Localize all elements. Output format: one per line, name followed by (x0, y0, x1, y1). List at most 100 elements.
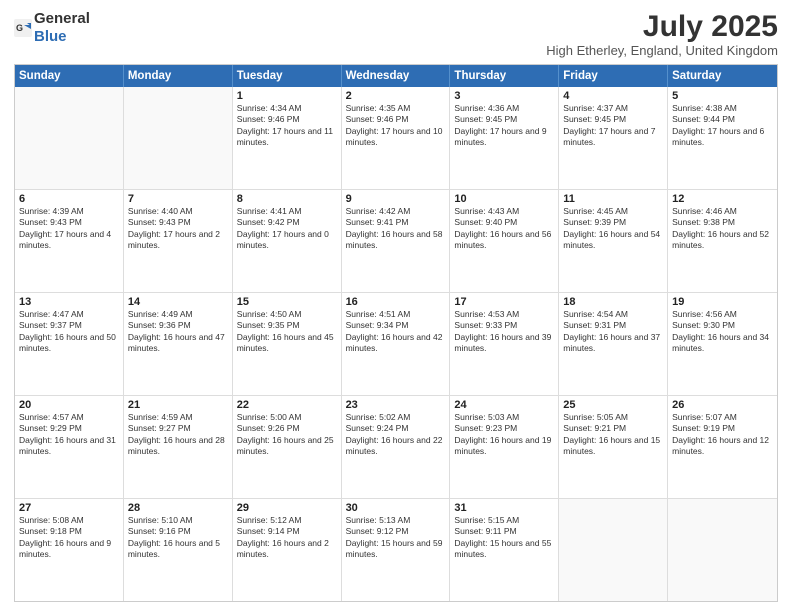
cal-cell-25: 25Sunrise: 5:05 AM Sunset: 9:21 PM Dayli… (559, 396, 668, 498)
day-number: 28 (128, 502, 228, 514)
cell-text: Sunrise: 4:51 AM Sunset: 9:34 PM Dayligh… (346, 309, 446, 355)
cell-text: Sunrise: 5:05 AM Sunset: 9:21 PM Dayligh… (563, 412, 663, 458)
cal-cell-12: 12Sunrise: 4:46 AM Sunset: 9:38 PM Dayli… (668, 190, 777, 292)
cal-cell-1: 1Sunrise: 4:34 AM Sunset: 9:46 PM Daylig… (233, 87, 342, 189)
day-number: 20 (19, 399, 119, 411)
page: G General Blue July 2025 High Etherley, … (0, 0, 792, 612)
cell-text: Sunrise: 4:46 AM Sunset: 9:38 PM Dayligh… (672, 206, 773, 252)
cell-text: Sunrise: 4:56 AM Sunset: 9:30 PM Dayligh… (672, 309, 773, 355)
day-number: 7 (128, 193, 228, 205)
cell-text: Sunrise: 4:50 AM Sunset: 9:35 PM Dayligh… (237, 309, 337, 355)
cell-text: Sunrise: 5:03 AM Sunset: 9:23 PM Dayligh… (454, 412, 554, 458)
day-number: 14 (128, 296, 228, 308)
calendar-row-1: 6Sunrise: 4:39 AM Sunset: 9:43 PM Daylig… (15, 190, 777, 293)
day-number: 29 (237, 502, 337, 514)
cal-cell-7: 7Sunrise: 4:40 AM Sunset: 9:43 PM Daylig… (124, 190, 233, 292)
cell-text: Sunrise: 4:45 AM Sunset: 9:39 PM Dayligh… (563, 206, 663, 252)
cell-text: Sunrise: 5:02 AM Sunset: 9:24 PM Dayligh… (346, 412, 446, 458)
calendar-row-4: 27Sunrise: 5:08 AM Sunset: 9:18 PM Dayli… (15, 499, 777, 601)
day-number: 17 (454, 296, 554, 308)
day-number: 15 (237, 296, 337, 308)
cal-cell-18: 18Sunrise: 4:54 AM Sunset: 9:31 PM Dayli… (559, 293, 668, 395)
cell-text: Sunrise: 4:37 AM Sunset: 9:45 PM Dayligh… (563, 103, 663, 149)
cal-cell-empty-0-0 (15, 87, 124, 189)
cal-cell-27: 27Sunrise: 5:08 AM Sunset: 9:18 PM Dayli… (15, 499, 124, 601)
cal-cell-empty-0-1 (124, 87, 233, 189)
location-title: High Etherley, England, United Kingdom (546, 43, 778, 58)
day-number: 21 (128, 399, 228, 411)
day-number: 18 (563, 296, 663, 308)
calendar-row-0: 1Sunrise: 4:34 AM Sunset: 9:46 PM Daylig… (15, 87, 777, 190)
day-number: 1 (237, 90, 337, 102)
day-number: 11 (563, 193, 663, 205)
cal-cell-30: 30Sunrise: 5:13 AM Sunset: 9:12 PM Dayli… (342, 499, 451, 601)
cell-text: Sunrise: 4:35 AM Sunset: 9:46 PM Dayligh… (346, 103, 446, 149)
cal-cell-22: 22Sunrise: 5:00 AM Sunset: 9:26 PM Dayli… (233, 396, 342, 498)
cal-cell-9: 9Sunrise: 4:42 AM Sunset: 9:41 PM Daylig… (342, 190, 451, 292)
weekday-header-wednesday: Wednesday (342, 65, 451, 87)
day-number: 25 (563, 399, 663, 411)
day-number: 9 (346, 193, 446, 205)
weekday-header-friday: Friday (559, 65, 668, 87)
day-number: 16 (346, 296, 446, 308)
calendar-header: SundayMondayTuesdayWednesdayThursdayFrid… (15, 65, 777, 87)
day-number: 12 (672, 193, 773, 205)
day-number: 4 (563, 90, 663, 102)
month-year-title: July 2025 (546, 10, 778, 43)
day-number: 10 (454, 193, 554, 205)
calendar-body: 1Sunrise: 4:34 AM Sunset: 9:46 PM Daylig… (15, 87, 777, 601)
cell-text: Sunrise: 4:59 AM Sunset: 9:27 PM Dayligh… (128, 412, 228, 458)
day-number: 19 (672, 296, 773, 308)
logo-blue: Blue (34, 28, 90, 46)
cell-text: Sunrise: 4:57 AM Sunset: 9:29 PM Dayligh… (19, 412, 119, 458)
day-number: 3 (454, 90, 554, 102)
cal-cell-10: 10Sunrise: 4:43 AM Sunset: 9:40 PM Dayli… (450, 190, 559, 292)
cal-cell-6: 6Sunrise: 4:39 AM Sunset: 9:43 PM Daylig… (15, 190, 124, 292)
cal-cell-17: 17Sunrise: 4:53 AM Sunset: 9:33 PM Dayli… (450, 293, 559, 395)
cell-text: Sunrise: 5:00 AM Sunset: 9:26 PM Dayligh… (237, 412, 337, 458)
cal-cell-31: 31Sunrise: 5:15 AM Sunset: 9:11 PM Dayli… (450, 499, 559, 601)
day-number: 31 (454, 502, 554, 514)
cell-text: Sunrise: 4:49 AM Sunset: 9:36 PM Dayligh… (128, 309, 228, 355)
cal-cell-13: 13Sunrise: 4:47 AM Sunset: 9:37 PM Dayli… (15, 293, 124, 395)
cal-cell-5: 5Sunrise: 4:38 AM Sunset: 9:44 PM Daylig… (668, 87, 777, 189)
logo: G General Blue (14, 10, 90, 46)
cell-text: Sunrise: 4:40 AM Sunset: 9:43 PM Dayligh… (128, 206, 228, 252)
cell-text: Sunrise: 4:47 AM Sunset: 9:37 PM Dayligh… (19, 309, 119, 355)
day-number: 30 (346, 502, 446, 514)
cell-text: Sunrise: 4:36 AM Sunset: 9:45 PM Dayligh… (454, 103, 554, 149)
cal-cell-8: 8Sunrise: 4:41 AM Sunset: 9:42 PM Daylig… (233, 190, 342, 292)
day-number: 27 (19, 502, 119, 514)
weekday-header-tuesday: Tuesday (233, 65, 342, 87)
day-number: 23 (346, 399, 446, 411)
cal-cell-26: 26Sunrise: 5:07 AM Sunset: 9:19 PM Dayli… (668, 396, 777, 498)
logo-general: General (34, 10, 90, 28)
cal-cell-21: 21Sunrise: 4:59 AM Sunset: 9:27 PM Dayli… (124, 396, 233, 498)
logo-icon: G (14, 19, 32, 37)
cal-cell-4: 4Sunrise: 4:37 AM Sunset: 9:45 PM Daylig… (559, 87, 668, 189)
title-block: July 2025 High Etherley, England, United… (546, 10, 778, 58)
cell-text: Sunrise: 4:38 AM Sunset: 9:44 PM Dayligh… (672, 103, 773, 149)
cal-cell-20: 20Sunrise: 4:57 AM Sunset: 9:29 PM Dayli… (15, 396, 124, 498)
cal-cell-empty-4-6 (668, 499, 777, 601)
cal-cell-15: 15Sunrise: 4:50 AM Sunset: 9:35 PM Dayli… (233, 293, 342, 395)
cal-cell-24: 24Sunrise: 5:03 AM Sunset: 9:23 PM Dayli… (450, 396, 559, 498)
cal-cell-empty-4-5 (559, 499, 668, 601)
cell-text: Sunrise: 4:39 AM Sunset: 9:43 PM Dayligh… (19, 206, 119, 252)
weekday-header-sunday: Sunday (15, 65, 124, 87)
cal-cell-14: 14Sunrise: 4:49 AM Sunset: 9:36 PM Dayli… (124, 293, 233, 395)
svg-text:G: G (16, 23, 23, 33)
cal-cell-19: 19Sunrise: 4:56 AM Sunset: 9:30 PM Dayli… (668, 293, 777, 395)
cell-text: Sunrise: 5:13 AM Sunset: 9:12 PM Dayligh… (346, 515, 446, 561)
cal-cell-23: 23Sunrise: 5:02 AM Sunset: 9:24 PM Dayli… (342, 396, 451, 498)
day-number: 26 (672, 399, 773, 411)
calendar-row-3: 20Sunrise: 4:57 AM Sunset: 9:29 PM Dayli… (15, 396, 777, 499)
cal-cell-16: 16Sunrise: 4:51 AM Sunset: 9:34 PM Dayli… (342, 293, 451, 395)
weekday-header-saturday: Saturday (668, 65, 777, 87)
day-number: 5 (672, 90, 773, 102)
cal-cell-28: 28Sunrise: 5:10 AM Sunset: 9:16 PM Dayli… (124, 499, 233, 601)
cal-cell-29: 29Sunrise: 5:12 AM Sunset: 9:14 PM Dayli… (233, 499, 342, 601)
weekday-header-thursday: Thursday (450, 65, 559, 87)
cell-text: Sunrise: 4:54 AM Sunset: 9:31 PM Dayligh… (563, 309, 663, 355)
day-number: 6 (19, 193, 119, 205)
